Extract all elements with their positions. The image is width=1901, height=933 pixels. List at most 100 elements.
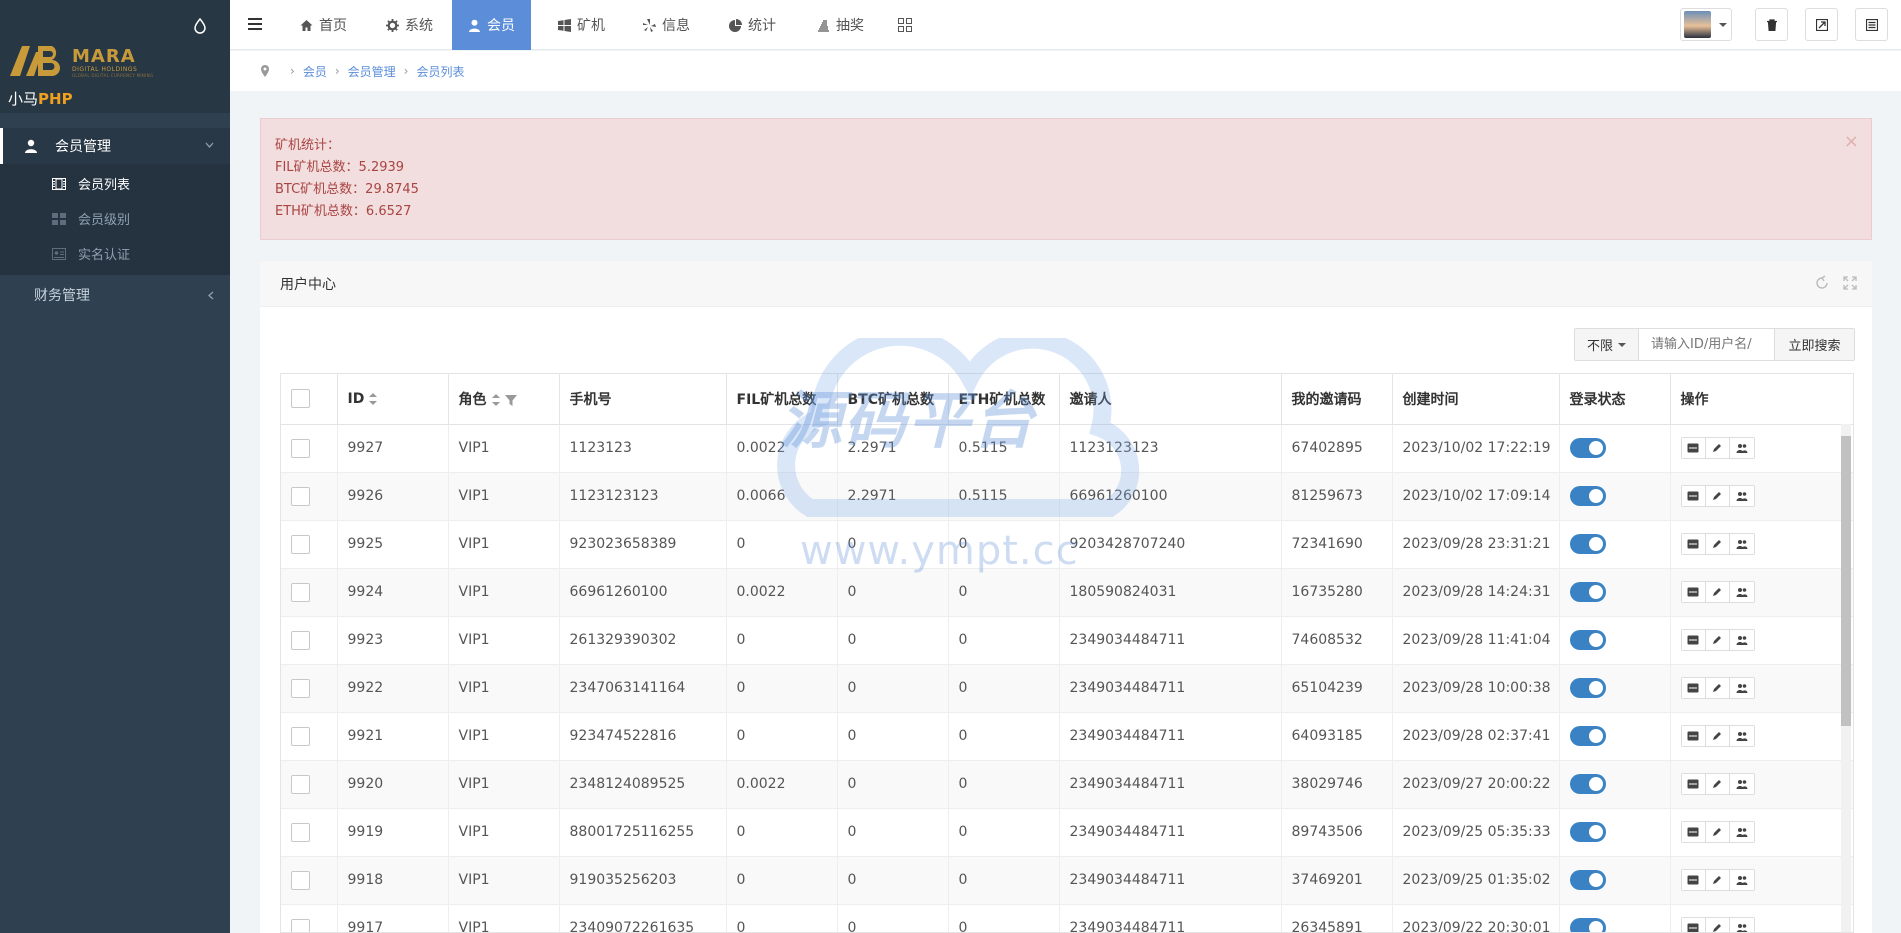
team-button[interactable] xyxy=(1729,678,1754,698)
wallet-button[interactable] xyxy=(1681,774,1706,794)
edit-button[interactable] xyxy=(1705,438,1730,458)
login-status-toggle[interactable] xyxy=(1569,678,1606,698)
fullscreen-button[interactable] xyxy=(1805,8,1838,41)
row-checkbox[interactable] xyxy=(291,534,310,554)
breadcrumb-sep: › xyxy=(403,64,409,78)
clear-cache-button[interactable] xyxy=(1755,8,1788,41)
login-status-toggle[interactable] xyxy=(1569,486,1606,506)
team-button[interactable] xyxy=(1729,438,1754,458)
team-button[interactable] xyxy=(1729,918,1754,932)
cell-phone: 923474522816 xyxy=(559,712,727,761)
wallet-button[interactable] xyxy=(1681,438,1706,458)
filter-icon[interactable] xyxy=(504,393,517,407)
wallet-button[interactable] xyxy=(1681,630,1706,650)
team-button[interactable] xyxy=(1729,486,1754,506)
cell-inviter: 180590824031 xyxy=(1059,568,1282,617)
breadcrumb-item[interactable]: 会员管理 xyxy=(348,63,396,80)
login-status-toggle[interactable] xyxy=(1569,870,1606,890)
edit-button[interactable] xyxy=(1705,870,1730,890)
row-checkbox[interactable] xyxy=(291,918,310,932)
search-input[interactable] xyxy=(1639,329,1774,360)
row-checkbox[interactable] xyxy=(291,486,310,506)
close-icon[interactable]: × xyxy=(1844,133,1859,151)
wallet-button[interactable] xyxy=(1681,486,1706,506)
table-scrollbar[interactable] xyxy=(1841,424,1851,932)
edit-button[interactable] xyxy=(1705,534,1730,554)
avatar xyxy=(1684,11,1711,38)
tab-member[interactable]: 会员 xyxy=(452,0,531,50)
settings-panel-button[interactable] xyxy=(1855,8,1888,41)
sidebar-item-member-level[interactable]: 会员级别 xyxy=(0,201,230,236)
sidebar-item-finance[interactable]: 财务管理 xyxy=(0,275,230,315)
edit-button[interactable] xyxy=(1705,486,1730,506)
team-button[interactable] xyxy=(1729,774,1754,794)
edit-button[interactable] xyxy=(1705,678,1730,698)
users-icon xyxy=(1736,492,1747,501)
row-checkbox[interactable] xyxy=(291,870,310,890)
cell-eth: 0 xyxy=(948,664,1060,713)
login-status-toggle[interactable] xyxy=(1569,726,1606,746)
edit-button[interactable] xyxy=(1705,630,1730,650)
expand-icon[interactable] xyxy=(1842,275,1858,291)
team-button[interactable] xyxy=(1729,870,1754,890)
menu-toggle-icon[interactable] xyxy=(248,18,262,30)
wallet-button[interactable] xyxy=(1681,534,1706,554)
team-button[interactable] xyxy=(1729,582,1754,602)
user-menu-button[interactable] xyxy=(1680,8,1732,41)
team-button[interactable] xyxy=(1729,726,1754,746)
wallet-button[interactable] xyxy=(1681,678,1706,698)
select-all-checkbox[interactable] xyxy=(291,389,310,409)
apps-grid-icon[interactable] xyxy=(898,18,912,32)
team-button[interactable] xyxy=(1729,534,1754,554)
sidebar-item-member-management[interactable]: 会员管理 xyxy=(0,128,230,164)
cell-btc: 0 xyxy=(837,760,949,809)
edit-button[interactable] xyxy=(1705,774,1730,794)
sidebar-item-member-list[interactable]: 会员列表 xyxy=(0,166,230,201)
breadcrumb-item[interactable]: 会员 xyxy=(303,63,327,80)
wallet-button[interactable] xyxy=(1681,726,1706,746)
row-checkbox[interactable] xyxy=(291,678,310,698)
row-checkbox[interactable] xyxy=(291,582,310,602)
sort-icon[interactable] xyxy=(368,392,378,406)
tab-miner[interactable]: 矿机 xyxy=(558,0,605,50)
row-checkbox[interactable] xyxy=(291,822,310,842)
login-status-toggle[interactable] xyxy=(1569,630,1606,650)
tab-stats[interactable]: 统计 xyxy=(729,0,776,50)
row-checkbox[interactable] xyxy=(291,630,310,650)
col-id[interactable]: ID xyxy=(337,374,449,425)
users-icon xyxy=(1736,588,1747,597)
login-status-toggle[interactable] xyxy=(1569,918,1606,932)
wallet-button[interactable] xyxy=(1681,822,1706,842)
scrollbar-thumb[interactable] xyxy=(1841,436,1851,726)
tab-info[interactable]: 信息 xyxy=(643,0,690,50)
tab-system[interactable]: 系统 xyxy=(386,0,433,50)
edit-button[interactable] xyxy=(1705,918,1730,932)
login-status-toggle[interactable] xyxy=(1569,774,1606,794)
team-button[interactable] xyxy=(1729,822,1754,842)
pie-chart-icon xyxy=(729,18,742,32)
row-checkbox[interactable] xyxy=(291,438,310,458)
edit-button[interactable] xyxy=(1705,582,1730,602)
login-status-toggle[interactable] xyxy=(1569,534,1606,554)
row-checkbox[interactable] xyxy=(291,726,310,746)
breadcrumb-item[interactable]: 会员列表 xyxy=(416,63,464,80)
edit-button[interactable] xyxy=(1705,822,1730,842)
col-role[interactable]: 角色 xyxy=(448,374,560,425)
sidebar-item-realname[interactable]: 实名认证 xyxy=(0,236,230,271)
wallet-button[interactable] xyxy=(1681,918,1706,932)
login-status-toggle[interactable] xyxy=(1569,822,1606,842)
row-checkbox[interactable] xyxy=(291,774,310,794)
login-status-toggle[interactable] xyxy=(1569,438,1606,458)
refresh-icon[interactable] xyxy=(1814,275,1830,291)
tab-home[interactable]: 首页 xyxy=(300,0,347,50)
theme-drop-icon[interactable] xyxy=(193,18,207,34)
search-button[interactable]: 立即搜索 xyxy=(1774,329,1854,360)
filter-select[interactable]: 不限 xyxy=(1575,329,1639,360)
wallet-button[interactable] xyxy=(1681,870,1706,890)
wallet-button[interactable] xyxy=(1681,582,1706,602)
team-button[interactable] xyxy=(1729,630,1754,650)
tab-lottery[interactable]: 抽奖 xyxy=(817,0,864,50)
login-status-toggle[interactable] xyxy=(1569,582,1606,602)
edit-button[interactable] xyxy=(1705,726,1730,746)
sort-icon[interactable] xyxy=(491,393,501,407)
